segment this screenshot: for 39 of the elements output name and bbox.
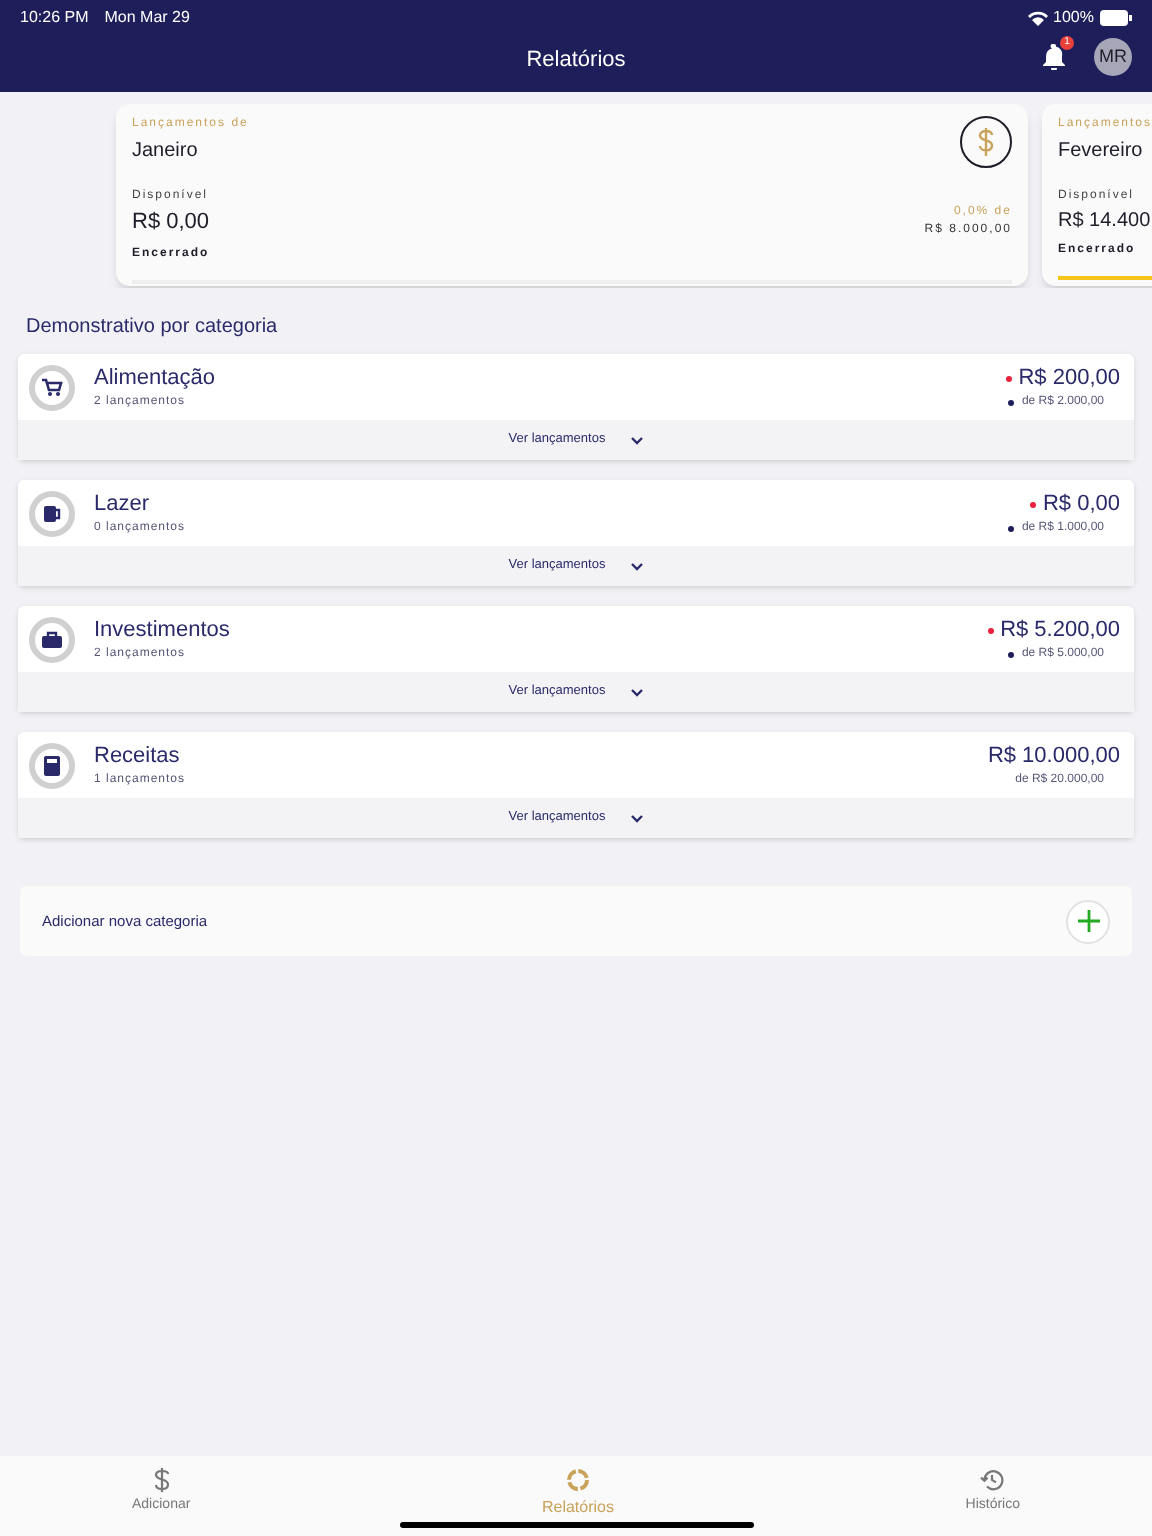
battery-level: 100% [1053,6,1094,30]
chevron-down-icon [629,813,644,823]
cart-icon [40,375,64,399]
spent-amount: R$ 0,00 [1042,489,1120,520]
wifi-icon [1027,10,1048,26]
status-date: Mon Mar 29 [104,6,190,30]
dollar-icon [960,116,1012,168]
ring-icon [565,1468,590,1492]
category-name: Receitas [94,741,182,772]
category-ring [28,615,76,663]
category-ring [28,489,76,537]
spent-amount: R$ 200,00 [1018,363,1120,394]
mug-icon [40,501,64,525]
plus-icon [1077,910,1099,932]
chevron-down-icon [629,561,644,571]
chevron-down-icon [629,687,644,697]
status-time: 10:26 PM [20,6,89,30]
spent-amount: R$ 5.200,00 [1000,615,1120,646]
add-button[interactable] [1066,899,1110,943]
section-title: Demonstrativo por categoria [24,314,280,342]
briefcase-icon [40,627,64,651]
available-amount: R$ 0,00 [132,208,210,238]
category-ring [28,741,76,789]
spent-amount: R$ 10.000,00 [987,741,1120,772]
category-name: Lazer [94,489,152,520]
page-title: Relatórios [524,46,628,76]
bell-icon[interactable] [1042,44,1066,70]
category-name: Alimentação [94,363,218,394]
available-amount: R$ 14.400 [1058,208,1151,236]
history-icon [980,1468,1005,1492]
battery-icon [1100,10,1132,26]
month-name: Janeiro [132,138,200,166]
chevron-down-icon [629,435,644,445]
category-name: Investimentos [94,615,232,646]
calculator-icon [40,753,64,777]
dollar-icon [153,1468,170,1492]
category-ring [28,363,76,411]
month-name: Fevereiro [1058,138,1145,166]
user-avatar[interactable]: MR [1094,38,1132,76]
